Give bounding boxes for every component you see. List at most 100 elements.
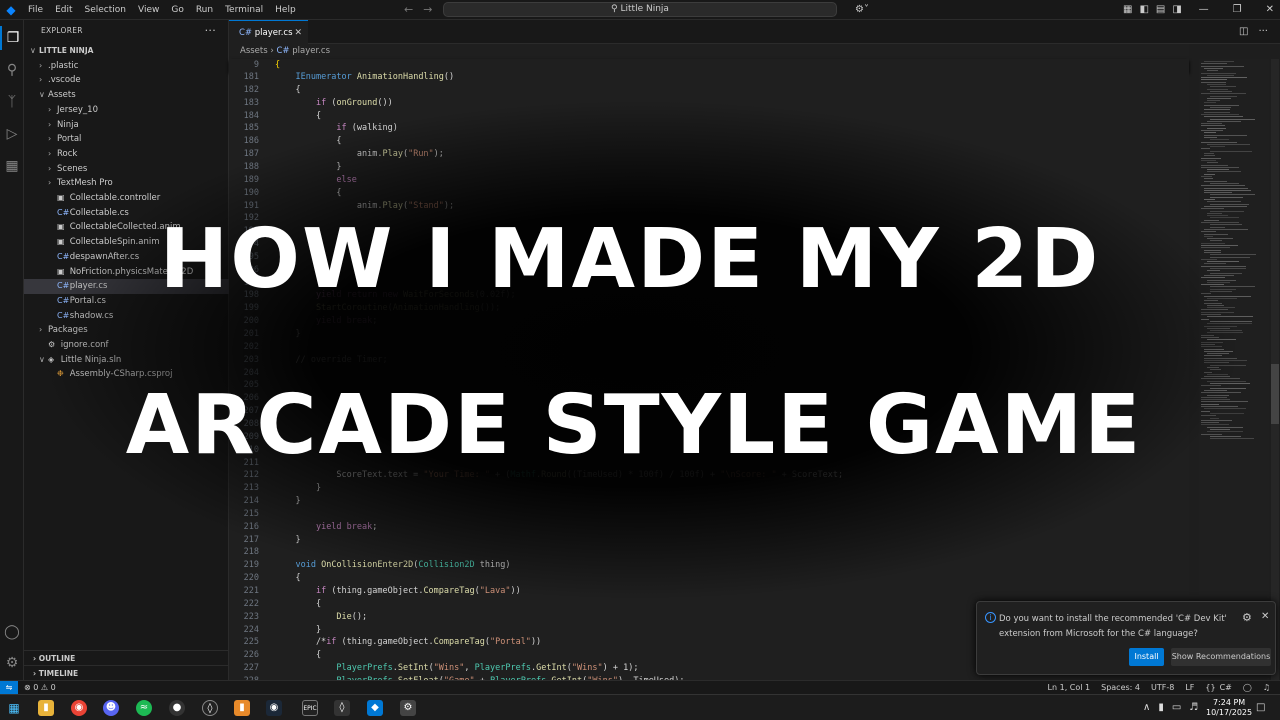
indentation[interactable]: Spaces: 4 — [1101, 683, 1140, 692]
layout-customize-icon[interactable]: ▦ — [1123, 4, 1132, 15]
show-recommendations-button[interactable]: Show Recommendations — [1171, 648, 1271, 666]
cursor-position[interactable]: Ln 1, Col 1 — [1048, 683, 1091, 692]
tree-item[interactable]: C# shadow.cs — [24, 309, 229, 324]
minimap-line — [1204, 67, 1224, 69]
settings-app-icon[interactable]: ⚙ — [400, 700, 416, 716]
line-number: 182 — [243, 84, 259, 95]
tree-item[interactable]: ▣ Collectable.controller — [24, 191, 229, 206]
microphone-icon[interactable]: ▮ — [1158, 702, 1164, 713]
back-arrow-icon[interactable]: ← — [404, 3, 413, 16]
system-clock[interactable]: 7:24 PM 10/17/2025 — [1206, 698, 1252, 718]
source-control-icon[interactable]: ᛉ — [0, 90, 24, 114]
more-actions-icon[interactable]: ··· — [1258, 26, 1268, 37]
remote-indicator-icon[interactable]: ⇋ — [0, 681, 18, 694]
editor-tabs: C# player.cs ✕ ◫ ··· — [229, 20, 1280, 44]
network-icon[interactable]: ▭ — [1172, 702, 1181, 713]
tree-item[interactable]: ∨ ◈ Little Ninja.sln — [24, 353, 229, 368]
toggle-sidebar-icon[interactable]: ◧ — [1139, 4, 1148, 15]
install-button[interactable]: Install — [1129, 648, 1164, 666]
more-actions-icon[interactable]: ··· — [205, 20, 216, 42]
chrome-icon[interactable]: ◉ — [71, 700, 87, 716]
tab-player-cs[interactable]: C# player.cs ✕ — [229, 20, 308, 44]
extensions-icon[interactable]: ▦ — [0, 154, 24, 178]
search-icon[interactable]: ⚲ — [0, 58, 24, 82]
tree-item[interactable]: ∨ Assets — [24, 88, 229, 103]
timeline-section[interactable]: › TIMELINE — [24, 665, 229, 680]
volume-icon[interactable]: ♬ — [1189, 702, 1198, 713]
code-editor[interactable]: 181 IEnumerator AnimationHandling() 182 {… — [229, 72, 1189, 680]
copilot-status-icon[interactable]: ◯ — [1243, 683, 1252, 692]
sticky-scroll-line[interactable]: 9 { — [229, 59, 1189, 72]
toggle-panel-icon[interactable]: ▤ — [1156, 4, 1165, 15]
workspace-root[interactable]: ∨ LITTLE NINJA — [24, 44, 229, 59]
breadcrumb-assets[interactable]: Assets — [240, 46, 268, 56]
encoding[interactable]: UTF-8 — [1151, 683, 1174, 692]
braces-icon[interactable]: {} — [1205, 683, 1215, 692]
manage-gear-icon[interactable]: ⚙ — [0, 651, 24, 675]
epic-games-icon[interactable]: EPIC — [302, 700, 318, 716]
tree-item[interactable]: › TextMesh Pro — [24, 176, 229, 191]
end-of-line[interactable]: LF — [1185, 683, 1194, 692]
chevron-right-icon: › — [39, 75, 43, 85]
tray-chevron-icon[interactable]: ∧ — [1143, 702, 1150, 713]
notifications-bell-icon[interactable]: ♫ — [1263, 683, 1270, 692]
outline-section[interactable]: › OUTLINE — [24, 650, 229, 665]
discord-icon[interactable]: ☻ — [103, 700, 119, 716]
menu-selection[interactable]: Selection — [79, 5, 132, 15]
minimap-line — [1201, 63, 1227, 65]
vscode-taskbar-icon[interactable]: ◆ — [367, 700, 383, 716]
language-mode[interactable]: C# — [1220, 683, 1232, 692]
minimap-line — [1204, 104, 1240, 106]
unity-hub-icon[interactable]: ◊ — [202, 700, 218, 716]
tree-item[interactable]: › .vscode — [24, 73, 229, 88]
menu-file[interactable]: File — [22, 5, 49, 15]
account-icon[interactable]: ◯ — [0, 620, 24, 644]
menu-go[interactable]: Go — [165, 5, 189, 15]
folder-app-icon[interactable]: ▮ — [234, 700, 250, 716]
file-explorer-icon[interactable]: ▮ — [38, 700, 54, 716]
code-line: if (walking) — [336, 123, 398, 134]
recorder-icon[interactable]: ● — [169, 700, 185, 716]
breadcrumb-file[interactable]: player.cs — [292, 46, 330, 56]
split-editor-icon[interactable]: ◫ — [1239, 26, 1248, 37]
close-tab-icon[interactable]: ✕ — [294, 21, 302, 45]
minimize-icon[interactable]: — — [1199, 4, 1209, 15]
notification-center-icon[interactable]: □ — [1256, 695, 1265, 720]
minimap-line — [1201, 159, 1216, 161]
spotify-icon[interactable]: ≈ — [136, 700, 152, 716]
tree-item-label: ignore.conf — [60, 340, 109, 350]
restore-icon[interactable]: ❐ — [1233, 4, 1242, 15]
menu-view[interactable]: View — [132, 5, 165, 15]
tree-item[interactable]: › Packages — [24, 323, 229, 338]
editor-scrollbar[interactable] — [1271, 59, 1279, 680]
problems-indicator[interactable]: ⊗ 0 ⚠ 0 — [24, 681, 56, 694]
explorer-icon[interactable]: ❐ — [0, 26, 24, 50]
copilot-icon[interactable]: ⚙˅ — [855, 0, 869, 20]
menu-run[interactable]: Run — [190, 5, 219, 15]
forward-arrow-icon[interactable]: → — [423, 3, 432, 16]
command-center-search[interactable]: ⚲ Little Ninja — [443, 2, 837, 17]
line-number: 191 — [243, 200, 259, 211]
unity-icon[interactable]: ◊ — [334, 700, 350, 716]
close-window-icon[interactable]: ✕ — [1266, 4, 1274, 15]
tree-item[interactable]: › Jersey_10 — [24, 103, 229, 118]
tree-item[interactable]: › Rock — [24, 147, 229, 162]
close-notification-icon[interactable]: ✕ — [1261, 611, 1269, 622]
run-debug-icon[interactable]: ▷ — [0, 122, 24, 146]
tree-item[interactable]: › .plastic — [24, 59, 229, 74]
menu-edit[interactable]: Edit — [49, 5, 78, 15]
tree-item[interactable]: › Portal — [24, 132, 229, 147]
menu-terminal[interactable]: Terminal — [219, 5, 269, 15]
tree-item[interactable]: › Ninja — [24, 118, 229, 133]
steam-icon[interactable]: ◉ — [266, 700, 282, 716]
code-line: // override Timer; — [275, 354, 388, 365]
windows-start-icon[interactable]: ▦ — [6, 700, 22, 716]
menu-help[interactable]: Help — [269, 5, 302, 15]
minimap-line — [1204, 61, 1235, 62]
code-line: else — [336, 174, 357, 185]
notification-settings-gear-icon[interactable]: ⚙ — [1242, 611, 1252, 624]
minimap[interactable] — [1199, 59, 1269, 680]
info-icon: i — [985, 612, 996, 623]
tree-item[interactable]: ⚙ ignore.conf — [24, 338, 229, 353]
tree-item[interactable]: › Scenes — [24, 162, 229, 177]
